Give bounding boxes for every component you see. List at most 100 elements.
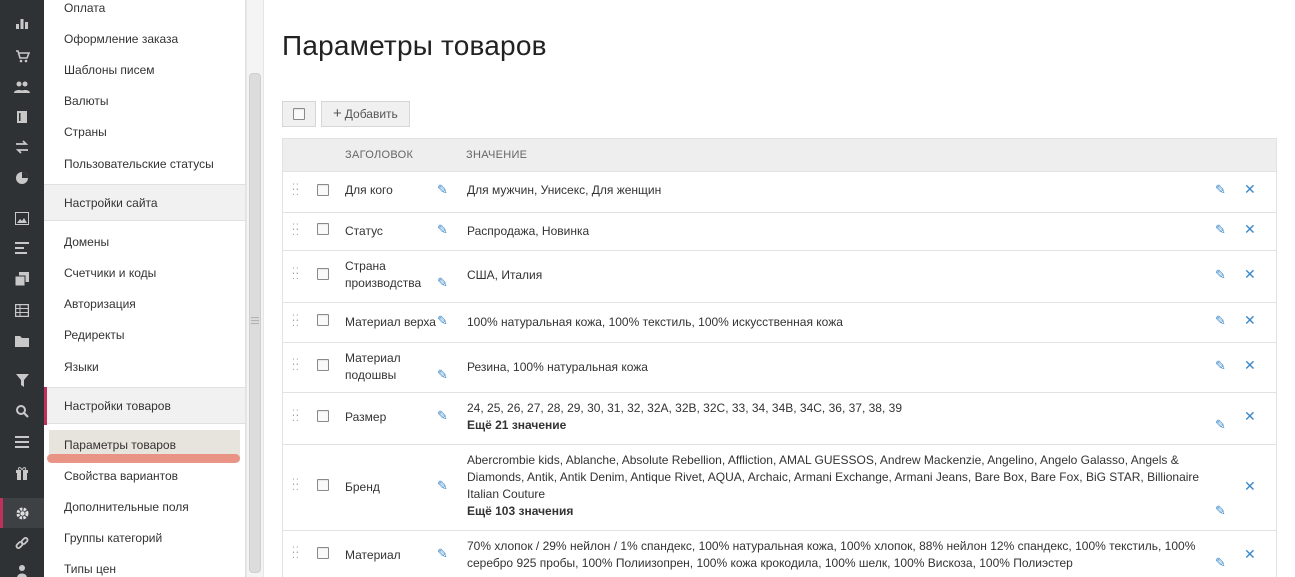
menu-item-email-templates[interactable]: Шаблоны писем	[44, 55, 245, 86]
drag-handle-icon[interactable]: ⁚⁚ ⁚⁚	[292, 314, 300, 328]
drag-handle-icon[interactable]: ⁚⁚ ⁚⁚	[292, 183, 300, 197]
users-icon[interactable]	[0, 72, 44, 102]
delete-icon[interactable]: ✕	[1244, 546, 1256, 563]
folder-icon[interactable]	[0, 326, 44, 356]
menu-item-price-types[interactable]: Типы цен	[44, 554, 245, 577]
gift-icon[interactable]	[0, 458, 44, 488]
param-name: Материал подошвы	[345, 351, 401, 382]
drag-handle-icon[interactable]: ⁚⁚ ⁚⁚	[292, 546, 300, 560]
menu-item-extra-fields[interactable]: Дополнительные поля	[44, 492, 245, 523]
gear-icon[interactable]	[0, 498, 44, 528]
param-name: Статус	[345, 224, 383, 238]
row-checkbox[interactable]	[317, 547, 329, 559]
main-content: Параметры товаров + Добавить ЗАГОЛОВОК ЗН…	[264, 0, 1295, 577]
pencil-icon[interactable]: ✎	[437, 478, 448, 494]
table-row: ⁚⁚ ⁚⁚ Размер ✎ 24, 25, 26, 27, 28, 29, 30…	[282, 393, 1277, 445]
row-checkbox[interactable]	[317, 314, 329, 326]
param-name: Для кого	[345, 183, 393, 197]
drag-handle-icon[interactable]: ⁚⁚ ⁚⁚	[292, 358, 300, 372]
row-checkbox[interactable]	[317, 359, 329, 371]
param-value: США, Италия	[467, 268, 543, 282]
menu-section-product-settings[interactable]: Настройки товаров	[44, 387, 245, 425]
param-value: Распродажа, Новинка	[467, 224, 590, 238]
delete-icon[interactable]: ✕	[1244, 478, 1256, 495]
menu-item-checkout[interactable]: Оформление заказа	[44, 24, 245, 55]
table-row: ⁚⁚ ⁚⁚ Материал верха ✎ 100% натуральная к…	[282, 303, 1277, 343]
menu-item-variant-props[interactable]: Свойства вариантов	[44, 461, 245, 492]
menu-item-payment[interactable]: Оплата	[44, 0, 245, 24]
edit-icon[interactable]: ✎	[1215, 313, 1226, 329]
list-icon[interactable]	[0, 427, 44, 457]
column-title-header: ЗАГОЛОВОК	[345, 149, 414, 161]
link-icon[interactable]	[0, 529, 44, 559]
menu-scrollbar[interactable]: — — —	[246, 0, 264, 577]
cart-icon[interactable]	[0, 41, 44, 71]
select-all-checkbox[interactable]	[293, 108, 305, 120]
edit-icon[interactable]: ✎	[1215, 358, 1226, 374]
edit-icon[interactable]: ✎	[1215, 555, 1226, 571]
menu-item-languages[interactable]: Языки	[44, 352, 245, 383]
delete-icon[interactable]: ✕	[1244, 357, 1256, 374]
add-button-label: Добавить	[344, 107, 398, 121]
pencil-icon[interactable]: ✎	[437, 182, 448, 198]
row-checkbox[interactable]	[317, 268, 329, 280]
pencil-icon[interactable]: ✎	[437, 313, 448, 329]
menu-item-currencies[interactable]: Валюты	[44, 86, 245, 117]
drag-handle-icon[interactable]: ⁚⁚ ⁚⁚	[292, 409, 300, 423]
edit-icon[interactable]: ✎	[1215, 503, 1226, 519]
row-checkbox[interactable]	[317, 223, 329, 235]
edit-icon[interactable]: ✎	[1215, 417, 1226, 433]
pencil-icon[interactable]: ✎	[437, 275, 448, 291]
param-name: Материал верха	[345, 315, 436, 329]
menu-item-custom-statuses[interactable]: Пользовательские статусы	[44, 149, 245, 180]
table-icon[interactable]	[0, 295, 44, 325]
menu-item-counters[interactable]: Счетчики и коды	[44, 258, 245, 289]
delete-icon[interactable]: ✕	[1244, 221, 1256, 238]
select-all-button[interactable]	[282, 101, 316, 127]
menu-item-countries[interactable]: Страны	[44, 117, 245, 148]
person-icon[interactable]	[0, 556, 44, 577]
menu-item-category-groups[interactable]: Группы категорий	[44, 523, 245, 554]
delete-icon[interactable]: ✕	[1244, 408, 1256, 425]
edit-icon[interactable]: ✎	[1215, 182, 1226, 198]
pencil-icon[interactable]: ✎	[437, 408, 448, 424]
menu-item-redirects[interactable]: Редиректы	[44, 320, 245, 351]
search-icon[interactable]	[0, 396, 44, 426]
param-value: 70% хлопок / 29% нейлон / 1% спандекс, 1…	[467, 539, 1196, 570]
delete-icon[interactable]: ✕	[1244, 266, 1256, 283]
row-checkbox[interactable]	[317, 479, 329, 491]
add-button[interactable]: + Добавить	[321, 101, 410, 127]
row-checkbox[interactable]	[317, 410, 329, 422]
param-name: Страна производства	[345, 259, 422, 290]
more-values-link[interactable]: Ещё 21 значение	[467, 417, 1227, 434]
table-row: ⁚⁚ ⁚⁚ Бренд ✎ Abercrombie kids, Ablanche,…	[282, 445, 1277, 531]
edit-icon[interactable]: ✎	[1215, 267, 1226, 283]
menu-section-site-settings[interactable]: Настройки сайта	[44, 184, 245, 221]
drag-handle-icon[interactable]: ⁚⁚ ⁚⁚	[292, 478, 300, 492]
pie-chart-icon[interactable]	[0, 163, 44, 193]
image-icon[interactable]	[0, 203, 44, 233]
drag-handle-icon[interactable]: ⁚⁚ ⁚⁚	[292, 223, 300, 237]
delete-icon[interactable]: ✕	[1244, 181, 1256, 198]
more-values-link[interactable]: Ещё 103 значения	[467, 503, 1207, 520]
param-name: Бренд	[345, 480, 380, 494]
exchange-icon[interactable]	[0, 132, 44, 162]
menu-item-domains[interactable]: Домены	[44, 227, 245, 258]
delete-icon[interactable]: ✕	[1244, 312, 1256, 329]
icon-rail	[0, 0, 44, 577]
pencil-icon[interactable]: ✎	[437, 222, 448, 238]
filter-icon[interactable]	[0, 365, 44, 395]
row-checkbox[interactable]	[317, 184, 329, 196]
edit-icon[interactable]: ✎	[1215, 222, 1226, 238]
table-row: ⁚⁚ ⁚⁚ Материал подошвы ✎ Резина, 100% нат…	[282, 343, 1277, 393]
drag-handle-icon[interactable]: ⁚⁚ ⁚⁚	[292, 267, 300, 281]
copy-icon[interactable]	[0, 264, 44, 294]
param-value: 100% натуральная кожа, 100% текстиль, 10…	[467, 315, 843, 329]
grip-icon: — — —	[251, 313, 259, 328]
align-left-icon[interactable]	[0, 233, 44, 263]
book-icon[interactable]	[0, 102, 44, 132]
bar-chart-icon[interactable]	[0, 8, 44, 38]
menu-item-authorization[interactable]: Авторизация	[44, 289, 245, 320]
pencil-icon[interactable]: ✎	[437, 546, 448, 562]
pencil-icon[interactable]: ✎	[437, 367, 448, 383]
